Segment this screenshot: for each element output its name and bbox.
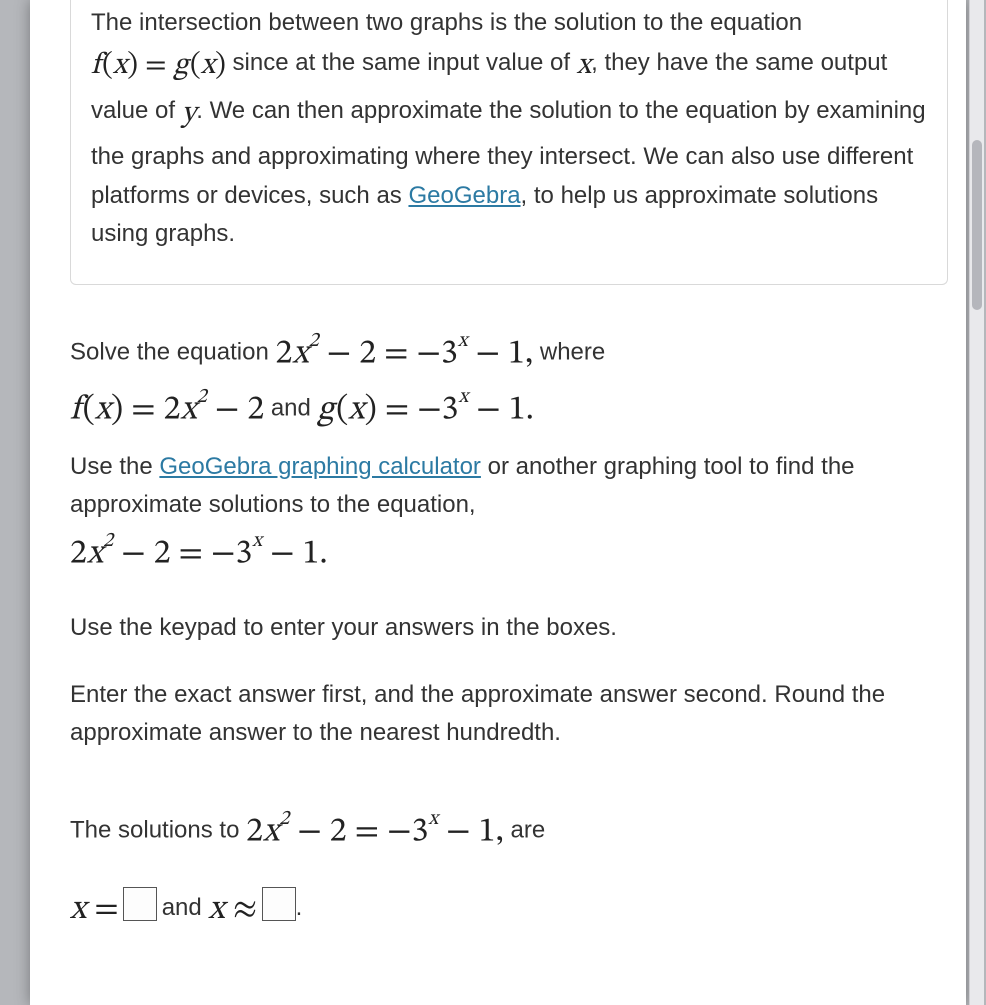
geogebra-calc-link[interactable]: GeoGebra graphing calculator [159, 453, 481, 480]
math-x: x [577, 42, 591, 90]
math-fx-eq-gx: f (x) = g (x) [91, 42, 226, 90]
intro-text-2: since at the same input value of [233, 49, 577, 76]
solve-where: where [540, 338, 605, 365]
keypad-paragraph: Use the keypad to enter your answers in … [70, 609, 948, 647]
scroll-thumb[interactable] [972, 140, 982, 310]
answer-period: . [296, 894, 303, 921]
solve-paragraph: Solve the equation 2x2 − 2 = −3x − 1, wh… [70, 325, 948, 438]
math-solution-eq: 2x2 − 2 = −3x − 1, [246, 803, 504, 860]
keypad-text: Use the keypad to enter your answers in … [70, 609, 948, 647]
use-prefix: Use the [70, 453, 159, 480]
math-x-equals: x = [70, 889, 119, 932]
solutions-suffix: are [510, 816, 545, 843]
math-y: y [182, 90, 197, 138]
page-wrap: The intersection between two graphs is t… [0, 0, 986, 1005]
intro-text-1: The intersection between two graphs is t… [91, 9, 802, 36]
solve-and: and [271, 395, 318, 422]
answer-and: and [162, 894, 209, 921]
solve-prefix: Solve the equation [70, 338, 276, 365]
geogebra-link-1[interactable]: GeoGebra [408, 182, 520, 209]
math-main-equation: 2x2 − 2 = −3x − 1, [276, 325, 534, 382]
exact-text: Enter the exact answer first, and the ap… [70, 676, 948, 753]
math-equation-2: 2x2 − 2 = −3x − 1. [70, 525, 328, 582]
exact-paragraph: Enter the exact answer first, and the ap… [70, 676, 948, 753]
answer-input-exact[interactable] [123, 887, 157, 921]
answer-input-approx[interactable] [262, 887, 296, 921]
document-sheet: The intersection between two graphs is t… [30, 0, 966, 1005]
solutions-prefix: The solutions to [70, 816, 246, 843]
vertical-scrollbar[interactable] [969, 0, 984, 1005]
use-tool-paragraph: Use the GeoGebra graphing calculator or … [70, 448, 948, 581]
math-x-approx: x ≈ [208, 889, 257, 932]
math-gx: g (x) = −3x − 1. [318, 381, 534, 438]
intro-text-2c: . [196, 97, 209, 124]
intro-box: The intersection between two graphs is t… [70, 0, 948, 285]
intro-paragraph: The intersection between two graphs is t… [91, 4, 927, 254]
solutions-line: The solutions to 2x2 − 2 = −3x − 1, are [70, 803, 948, 860]
math-fx: f (x) = 2x2 − 2 [70, 381, 264, 438]
answer-row: x = and x ≈ . [70, 887, 948, 932]
